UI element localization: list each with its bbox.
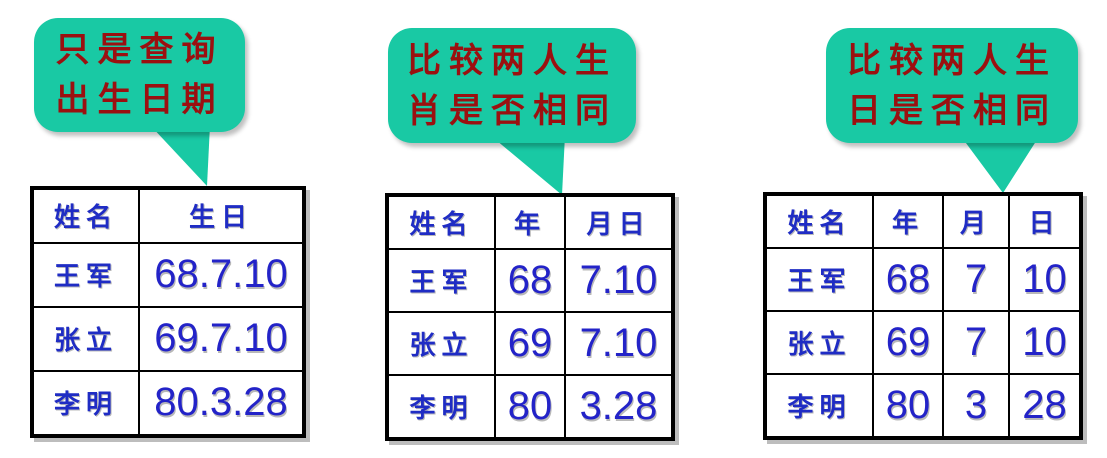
table-3-row-2-name: 张立 <box>764 309 874 375</box>
callout-compare-birthday: 比较两人生 日是否相同 <box>826 28 1078 143</box>
table-2-row-2-name: 张立 <box>386 310 496 376</box>
table-2-header-row: 姓名 年 月日 <box>386 194 674 250</box>
callout-query-birthdate: 只是查询 出生日期 <box>34 18 245 132</box>
table-3-row-2-day: 10 <box>1008 309 1082 375</box>
table-row: 张立 69 7 10 <box>764 309 1082 375</box>
callout-2-line-1: 比较两人生 <box>407 40 617 81</box>
table-1-row-3-birthday: 80.3.28 <box>138 369 305 438</box>
table-name-birthday: 姓名 生日 王军 68.7.10 张立 69.7.10 李明 80.3.28 <box>30 186 306 438</box>
table-row: 李明 80.3.28 <box>31 369 305 438</box>
table-2-row-3-year: 80 <box>494 373 566 441</box>
table-3-row-3-day: 28 <box>1008 372 1082 440</box>
table-row: 张立 69 7.10 <box>386 310 674 376</box>
table-1-row-2-birthday: 69.7.10 <box>138 305 305 372</box>
callout-3-line-1: 比较两人生 <box>847 40 1057 81</box>
table-2-row-2-year: 69 <box>494 310 566 376</box>
table-1-row-1-birthday: 68.7.10 <box>138 241 305 308</box>
table-name-year-month-day: 姓名 年 月 日 王军 68 7 10 张立 69 7 10 李明 80 3 2… <box>763 192 1083 440</box>
callout-1-line-1: 只是查询 <box>55 30 224 70</box>
table-3-header-name: 姓名 <box>764 193 874 249</box>
table-3-row-1-year: 68 <box>872 246 944 312</box>
table-2-header-year: 年 <box>494 194 566 250</box>
table-3-header-row: 姓名 年 月 日 <box>764 193 1082 249</box>
table-3-row-2-year: 69 <box>872 309 944 375</box>
table-row: 李明 80 3 28 <box>764 372 1082 440</box>
table-3-row-1-name: 王军 <box>764 246 874 312</box>
table-3-row-3-year: 80 <box>872 372 944 440</box>
table-2-row-2-monthday: 7.10 <box>564 310 674 376</box>
callout-1-line-2: 出生日期 <box>55 80 224 120</box>
table-2-row-1-name: 王军 <box>386 247 496 313</box>
table-3-row-1-day: 10 <box>1008 246 1082 312</box>
table-3-row-3-month: 3 <box>942 372 1010 440</box>
table-3-row-3-name: 李明 <box>764 372 874 440</box>
table-row: 王军 68 7 10 <box>764 246 1082 312</box>
table-1-header-birthday: 生日 <box>138 187 305 244</box>
table-1-header-name: 姓名 <box>31 187 140 244</box>
table-2-header-name: 姓名 <box>386 194 496 250</box>
table-row: 王军 68.7.10 <box>31 241 305 308</box>
table-1-row-3-name: 李明 <box>31 369 140 438</box>
table-row: 王军 68 7.10 <box>386 247 674 313</box>
table-2-row-1-year: 68 <box>494 247 566 313</box>
table-3-header-day: 日 <box>1008 193 1082 249</box>
table-2-row-1-monthday: 7.10 <box>564 247 674 313</box>
table-row: 张立 69.7.10 <box>31 305 305 372</box>
table-3-row-2-month: 7 <box>942 309 1010 375</box>
table-1-row-1-name: 王军 <box>31 241 140 308</box>
table-3-row-1-month: 7 <box>942 246 1010 312</box>
table-2-header-monthday: 月日 <box>564 194 674 250</box>
table-1-row-2-name: 张立 <box>31 305 140 372</box>
callout-3-line-2: 日是否相同 <box>847 90 1057 131</box>
callout-2-line-2: 肖是否相同 <box>407 90 617 131</box>
table-name-year-monthday: 姓名 年 月日 王军 68 7.10 张立 69 7.10 李明 80 3.28 <box>385 193 675 441</box>
callout-compare-zodiac: 比较两人生 肖是否相同 <box>388 28 636 143</box>
table-3-header-year: 年 <box>872 193 944 249</box>
table-2-row-3-name: 李明 <box>386 373 496 441</box>
table-row: 李明 80 3.28 <box>386 373 674 441</box>
table-1-header-row: 姓名 生日 <box>31 187 305 244</box>
table-3-header-month: 月 <box>942 193 1010 249</box>
table-2-row-3-monthday: 3.28 <box>564 373 674 441</box>
